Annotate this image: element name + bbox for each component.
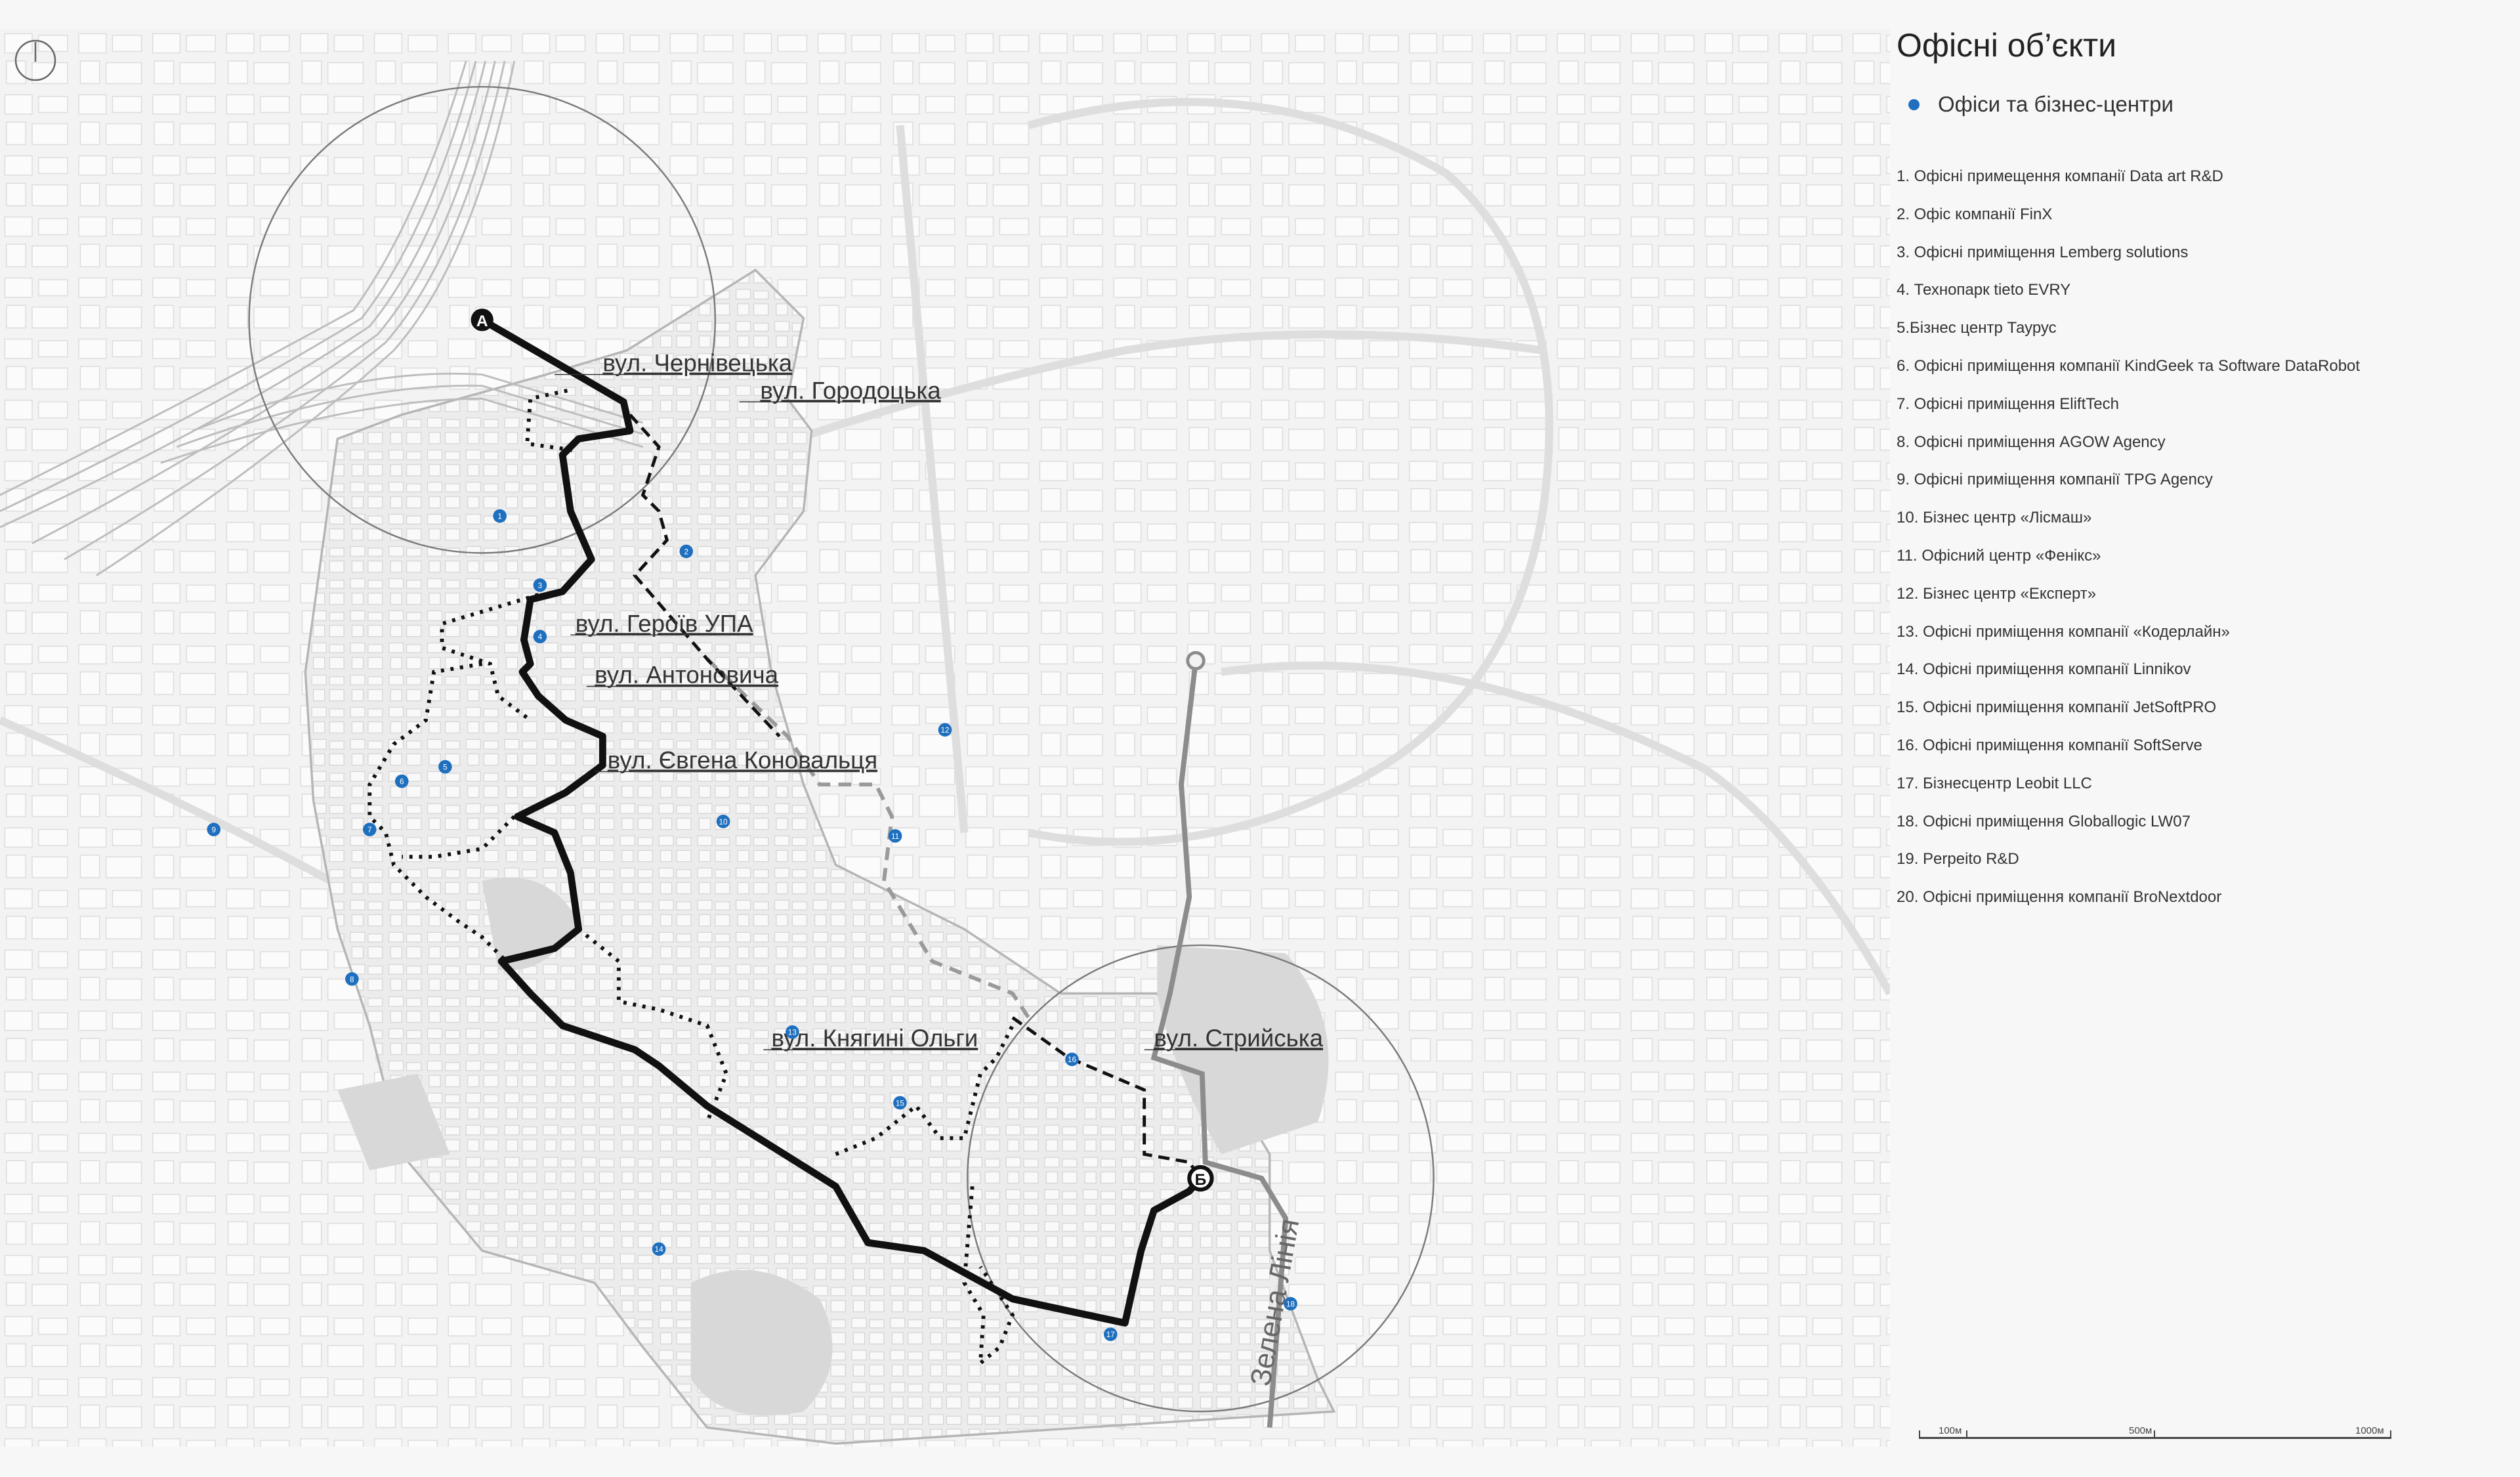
legend-item: 16. Офісні приміщення компанії SoftServe xyxy=(1897,736,2202,754)
legend-item: 19. Perpeito R&D xyxy=(1897,850,2019,868)
office-list: 1. Офісні примещення компанії Data art R… xyxy=(1897,158,2360,916)
legend-item: 15. Офісні приміщення компанії JetSoftPR… xyxy=(1897,698,2217,717)
scale-label-1000: 1000м xyxy=(2355,1425,2384,1436)
legend-item: 6. Офісні приміщення компанії KindGeek т… xyxy=(1897,356,2361,375)
street-label: вул. Героїв УПА xyxy=(576,610,753,637)
office-marker-number: 8 xyxy=(350,975,354,984)
office-marker[interactable]: 11 xyxy=(888,829,902,843)
office-marker[interactable]: 8 xyxy=(345,972,359,986)
office-marker-number: 5 xyxy=(443,763,448,771)
legend-category-label: Офіси та бізнес-центри xyxy=(1938,92,2174,116)
office-marker[interactable]: 14 xyxy=(652,1242,666,1256)
legend-item: 1. Офісні примещення компанії Data art R… xyxy=(1897,167,2223,185)
office-marker-number: 3 xyxy=(538,582,543,590)
office-marker[interactable]: 15 xyxy=(893,1096,907,1110)
street-label: вул. Стрийська xyxy=(1154,1025,1323,1052)
legend-item: 9. Офісні приміщення компанії TPG Agency xyxy=(1897,471,2213,489)
office-marker[interactable]: 7 xyxy=(362,823,377,836)
route-start-label: А xyxy=(476,312,488,330)
office-marker-number: 13 xyxy=(788,1029,797,1037)
street-label: вул. Городоцька xyxy=(760,377,941,404)
map-area[interactable]: Зелена Лінія А Б вул. Чернівецька вул. Г… xyxy=(0,29,1890,1447)
route-start-a[interactable]: А xyxy=(471,309,494,332)
legend-item: 8. Офісні приміщення AGOW Agency xyxy=(1897,433,2166,451)
office-marker[interactable]: 4 xyxy=(533,630,547,643)
street-label: вул. Чернівецька xyxy=(602,350,792,377)
street-label: вул. Євгена Коновальця xyxy=(608,747,877,774)
office-marker[interactable]: 9 xyxy=(207,823,220,836)
legend-item: 20. Офісні приміщення компанії BroNextdo… xyxy=(1897,888,2222,907)
route-end-label: Б xyxy=(1195,1171,1207,1189)
office-marker[interactable]: 12 xyxy=(938,723,952,737)
office-marker-number: 1 xyxy=(497,512,502,521)
office-marker[interactable]: 10 xyxy=(716,815,730,828)
legend-item: 13. Офісні приміщення компанії «Кодерлай… xyxy=(1897,622,2230,641)
office-marker-number: 12 xyxy=(940,726,949,735)
north-arrow-icon xyxy=(14,39,56,81)
legend-item: 3. Офісні приміщення Lemberg solutions xyxy=(1897,243,2189,261)
scale-tick xyxy=(1966,1430,1967,1438)
office-marker-number: 15 xyxy=(896,1099,905,1107)
office-marker-number: 11 xyxy=(891,832,899,841)
scale-label-100: 100м xyxy=(1939,1425,1962,1436)
scale-label-500: 500м xyxy=(2129,1425,2152,1436)
office-marker[interactable]: 5 xyxy=(438,760,452,774)
scale-tick xyxy=(2390,1430,2391,1438)
office-marker-number: 9 xyxy=(211,826,216,834)
legend-panel: Офісні об’єкти Офіси та бізнес-центри 1.… xyxy=(1897,26,2513,1444)
office-marker-number: 2 xyxy=(684,547,688,556)
street-label: вул. Антоновича xyxy=(595,662,779,689)
legend-item: 11. Офісний центр «Фенікс» xyxy=(1897,546,2101,565)
office-marker-number: 6 xyxy=(400,778,404,786)
green-line-end xyxy=(1186,651,1206,671)
office-marker-number: 18 xyxy=(1286,1300,1295,1308)
street-label: вул. Княгині Ольги xyxy=(772,1025,978,1052)
office-marker[interactable]: 16 xyxy=(1065,1052,1079,1067)
scale-line xyxy=(1919,1437,2391,1439)
route-end-b[interactable]: Б xyxy=(1187,1165,1214,1192)
map-canvas: Зелена Лінія А Б вул. Чернівецька вул. Г… xyxy=(0,29,1890,1447)
office-marker-number: 10 xyxy=(719,818,728,826)
page-title: Офісні об’єкти xyxy=(1897,27,2117,64)
office-marker-number: 7 xyxy=(368,826,372,834)
scale-bar: 100м 500м 1000м xyxy=(1919,1425,2391,1447)
office-marker[interactable]: 1 xyxy=(493,509,507,523)
legend-item: 12. Бізнес центр «Експерт» xyxy=(1897,584,2097,603)
office-marker-number: 16 xyxy=(1068,1056,1077,1064)
legend-item: 2. Офіс компанії FinX xyxy=(1897,205,2053,223)
scale-tick xyxy=(2154,1430,2155,1438)
office-marker[interactable]: 6 xyxy=(394,774,409,788)
legend-item: 5.Бізнес центр Таурус xyxy=(1897,319,2057,337)
office-marker[interactable]: 2 xyxy=(679,544,693,559)
office-marker-icon xyxy=(1908,99,1920,111)
legend-item: 7. Офісні приміщення EliftTech xyxy=(1897,395,2119,413)
legend-item: 17. Бізнесцентр Leobit LLC xyxy=(1897,774,2092,792)
legend-item: 4. Технопарк tieto EVRY xyxy=(1897,281,2071,299)
office-marker[interactable]: 18 xyxy=(1284,1296,1297,1311)
office-marker-number: 14 xyxy=(655,1245,664,1254)
office-marker-number: 4 xyxy=(538,633,543,641)
office-marker[interactable]: 13 xyxy=(786,1025,799,1039)
scale-tick xyxy=(1919,1430,1920,1438)
office-marker-number: 17 xyxy=(1106,1331,1115,1339)
office-marker[interactable]: 3 xyxy=(533,578,547,592)
legend-category: Офіси та бізнес-центри xyxy=(1897,92,2174,117)
legend-item: 10. Бізнес центр «Лісмаш» xyxy=(1897,509,2092,527)
legend-item: 14. Офісні приміщення компанії Linnikov xyxy=(1897,660,2191,679)
office-marker[interactable]: 17 xyxy=(1103,1327,1118,1341)
legend-item: 18. Офісні приміщення Globallogic LW07 xyxy=(1897,812,2191,830)
